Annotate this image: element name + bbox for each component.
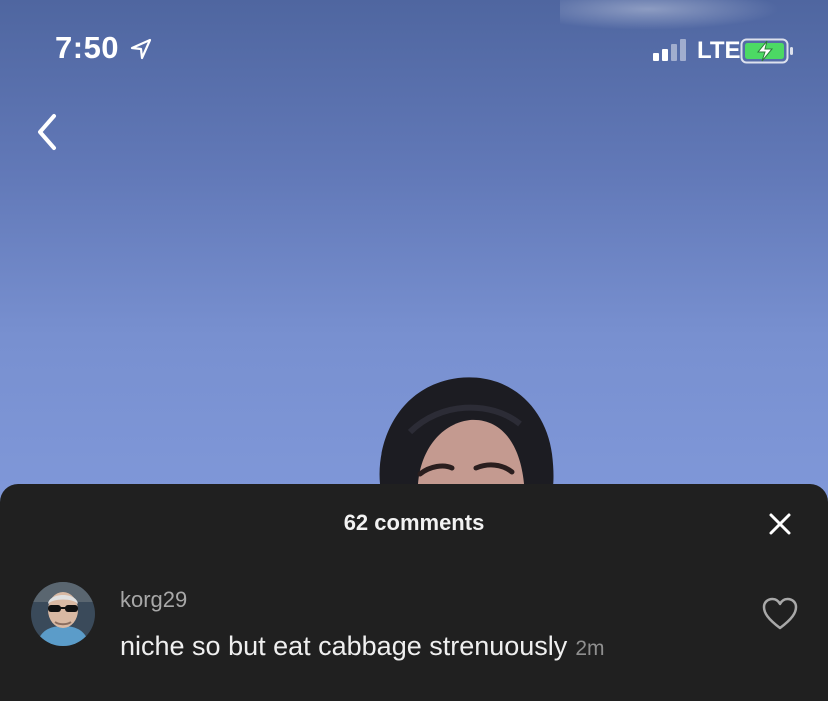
cloud: [560, 0, 780, 30]
video-person: [379, 377, 554, 492]
comment-username[interactable]: korg29: [120, 587, 187, 613]
heart-outline-icon[interactable]: [762, 597, 798, 631]
battery-charging-icon: [740, 38, 793, 64]
network-label: LTE: [697, 37, 741, 64]
comments-count: 62 comments: [343, 510, 485, 535]
avatar[interactable]: [31, 582, 95, 646]
location-arrow-icon: [130, 38, 152, 60]
close-icon[interactable]: [766, 510, 794, 538]
comment-text: niche so but eat cabbage strenuously: [120, 631, 568, 661]
comment-body: niche so but eat cabbage strenuously 2m: [120, 631, 605, 662]
comment-time: 2m: [575, 637, 605, 660]
status-time: 7:50: [55, 30, 120, 65]
comments-panel: 62 comments korg29 niche so but eat cabb…: [0, 484, 828, 701]
signal-icon: [653, 39, 686, 61]
back-chevron-icon[interactable]: [30, 108, 64, 156]
